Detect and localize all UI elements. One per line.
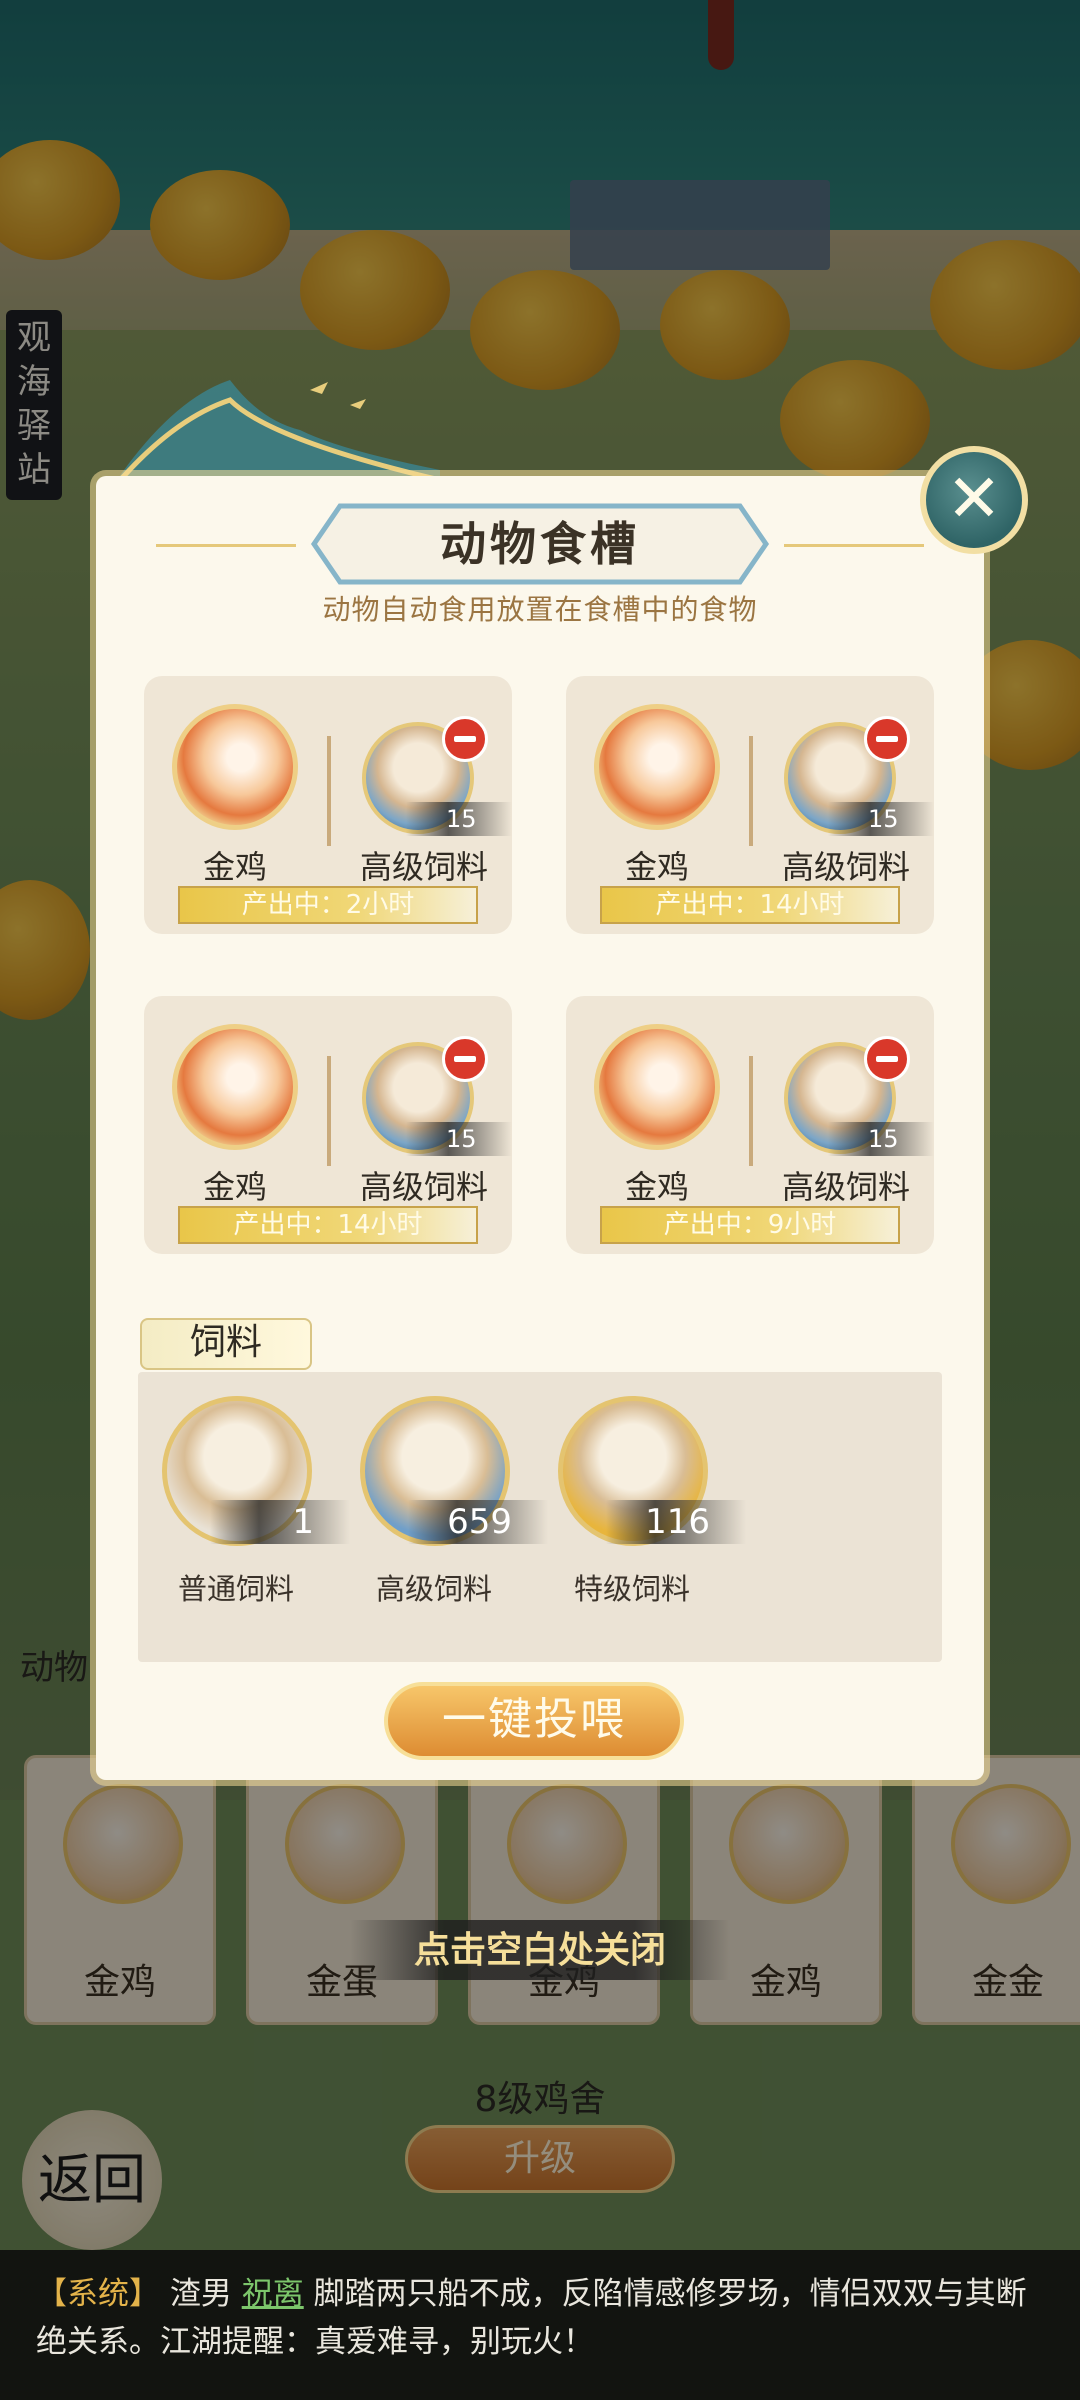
production-status: 产出中：14小时 — [600, 886, 900, 924]
trough-slot[interactable]: 15 金鸡 高级饲料 产出中：2小时 — [144, 676, 512, 934]
item-label: 高级饲料 — [375, 1572, 492, 1606]
animal-name: 金鸡 — [624, 1168, 689, 1206]
golden-chicken-icon — [172, 704, 298, 830]
production-status: 产出中：14小时 — [178, 1206, 478, 1244]
slot-divider — [749, 1056, 753, 1166]
golden-chicken-icon — [594, 704, 720, 830]
close-button[interactable]: ✕ — [920, 446, 1028, 554]
animal-name: 金鸡 — [202, 848, 267, 886]
feed-quantity: 15 — [828, 1122, 934, 1156]
player-link[interactable]: 祝离 — [242, 2276, 304, 2312]
feed-quantity: 15 — [406, 802, 512, 836]
remove-feed-icon[interactable] — [864, 716, 910, 762]
feed-section-tab: 饲料 — [140, 1318, 312, 1370]
remove-feed-icon[interactable] — [864, 1036, 910, 1082]
item-label: 普通饲料 — [177, 1572, 294, 1606]
feed-name: 高级饲料 — [359, 1168, 488, 1206]
animal-name: 金鸡 — [624, 848, 689, 886]
animal-name: 金鸡 — [202, 1168, 267, 1206]
inventory-item-premium-feed[interactable]: 659 高级饲料 — [336, 1396, 548, 1616]
feed-all-button[interactable]: 一键投喂 — [384, 1682, 684, 1760]
item-count: 659 — [408, 1500, 548, 1544]
remove-feed-icon[interactable] — [442, 1036, 488, 1082]
feed-name: 高级饲料 — [781, 1168, 910, 1206]
trough-slot[interactable]: 15 金鸡 高级饲料 产出中：9小时 — [566, 996, 934, 1254]
golden-chicken-icon — [172, 1024, 298, 1150]
dialog-subtitle: 动物自动食用放置在食槽中的食物 — [322, 593, 758, 626]
trough-slot[interactable]: 15 金鸡 高级饲料 产出中：14小时 — [144, 996, 512, 1254]
chat-text: 渣男 — [169, 2276, 232, 2312]
close-hint: 点击空白处关闭 — [350, 1920, 730, 1980]
feed-quantity: 15 — [406, 1122, 512, 1156]
title-divider — [784, 544, 924, 547]
feed-name: 高级饲料 — [359, 848, 488, 886]
feed-name: 高级饲料 — [781, 848, 910, 886]
remove-feed-icon[interactable] — [442, 716, 488, 762]
golden-chicken-icon — [594, 1024, 720, 1150]
slot-divider — [749, 736, 753, 846]
feeding-trough-dialog: 动物食槽 动物自动食用放置在食槽中的食物 15 金鸡 高级饲料 产出中：2小时 … — [96, 476, 984, 1780]
dialog-title: 动物食槽 — [440, 517, 640, 571]
inventory-item-special-feed[interactable]: 116 特级饲料 — [534, 1396, 746, 1616]
feed-inventory: 1 普通饲料 659 高级饲料 116 特级饲料 — [138, 1372, 942, 1662]
item-count: 1 — [210, 1500, 350, 1544]
system-chat-bar[interactable]: 【系统】 渣男 祝离 脚踏两只船不成，反陷情感修罗场，情侣双双与其断绝关系。江湖… — [0, 2250, 1080, 2400]
item-label: 特级饲料 — [573, 1572, 690, 1606]
production-status: 产出中：9小时 — [600, 1206, 900, 1244]
feed-quantity: 15 — [828, 802, 934, 836]
trough-slot[interactable]: 15 金鸡 高级饲料 产出中：14小时 — [566, 676, 934, 934]
slot-divider — [327, 1056, 331, 1166]
chat-prefix: 【系统】 — [36, 2276, 160, 2312]
title-divider — [156, 544, 296, 547]
production-status: 产出中：2小时 — [178, 886, 478, 924]
item-count: 116 — [606, 1500, 746, 1544]
close-icon: ✕ — [946, 460, 1002, 537]
slot-divider — [327, 736, 331, 846]
inventory-item-normal-feed[interactable]: 1 普通饲料 — [138, 1396, 350, 1616]
